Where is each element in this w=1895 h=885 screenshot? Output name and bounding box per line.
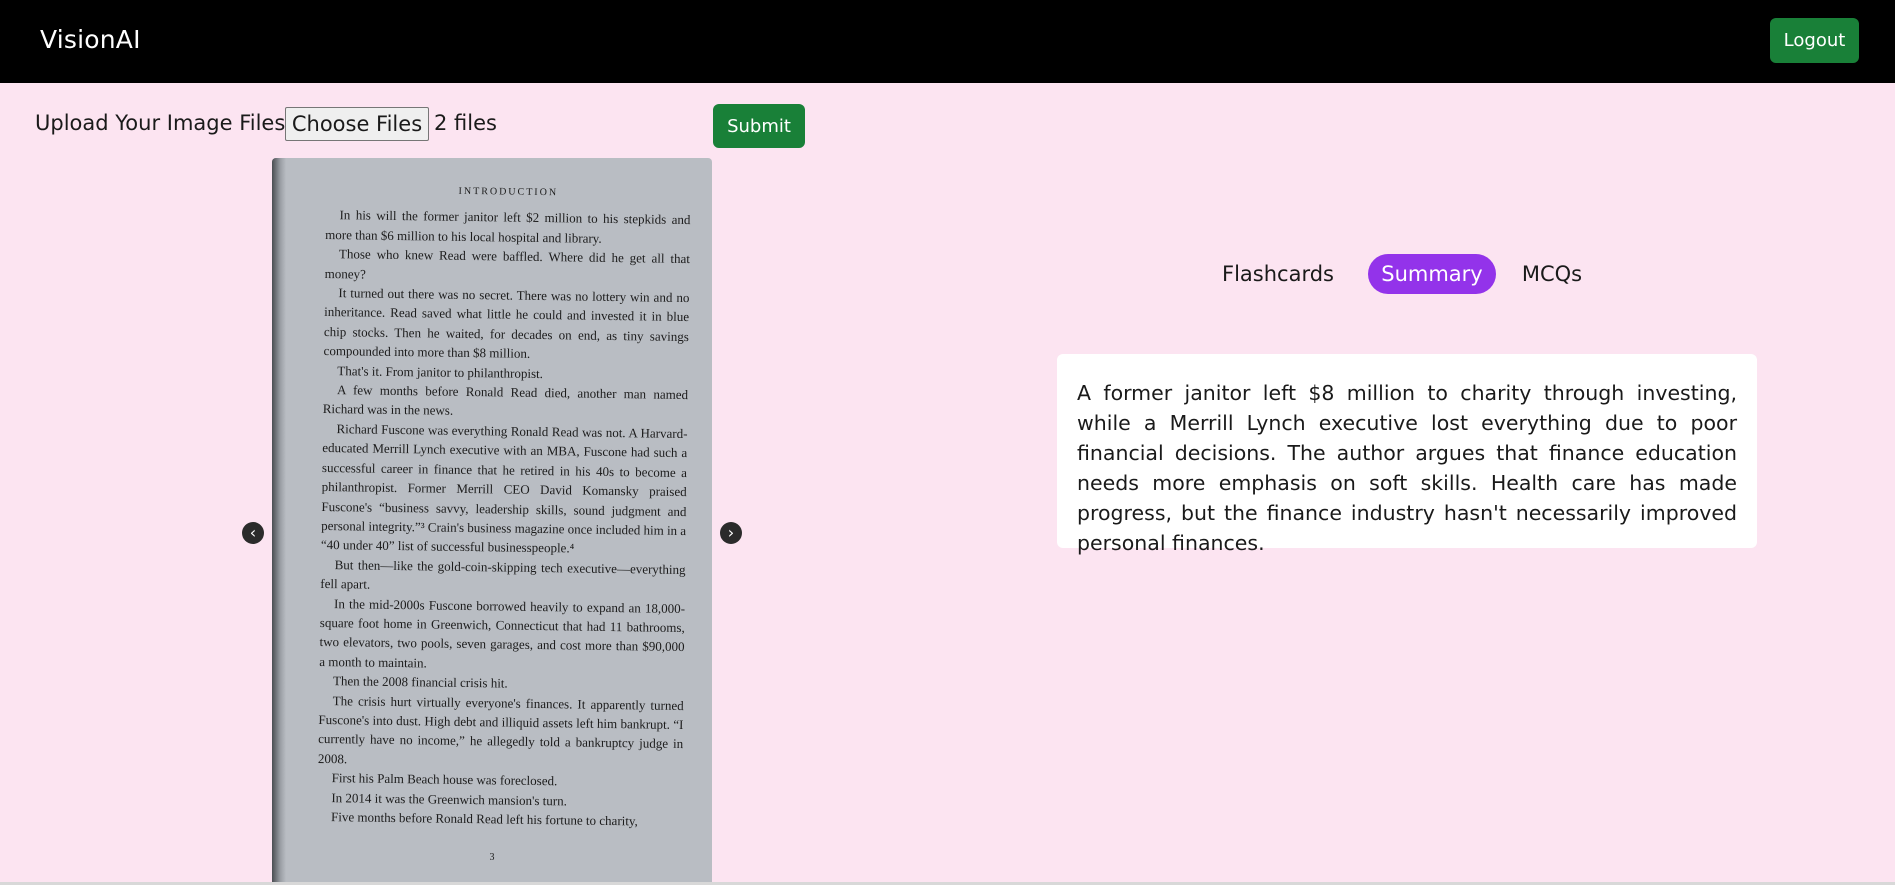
page-paragraph: But then—like the gold-coin-skipping tec… (320, 556, 686, 592)
page-heading: INTRODUCTION (458, 185, 559, 199)
page-paragraph: The crisis hurt virtually everyone's fin… (317, 692, 684, 767)
file-count-text: 2 files (434, 111, 497, 135)
image-carousel: INTRODUCTION In his will the former jani… (272, 158, 712, 885)
page-paragraph: In the mid-2000s Fuscone borrowed heavil… (319, 595, 686, 671)
submit-button[interactable]: Submit (713, 104, 805, 148)
upload-label: Upload Your Image Files (35, 111, 286, 135)
page-paragraph: A few months before Ronald Read died, an… (322, 382, 689, 419)
chevron-right-icon: › (727, 523, 735, 542)
page-paragraph: Those who knew Read were baffled. Where … (324, 246, 691, 282)
page-paragraph: Richard Fuscone was everything Ronald Re… (320, 421, 688, 556)
tab-flashcards[interactable]: Flashcards (1210, 254, 1346, 294)
tab-summary[interactable]: Summary (1368, 254, 1496, 294)
book-page-image: INTRODUCTION In his will the former jani… (317, 180, 691, 831)
logout-button[interactable]: Logout (1770, 18, 1859, 63)
page-paragraph: It turned out there was no secret. There… (323, 285, 690, 362)
page-paragraph: In his will the former janitor left $2 m… (325, 207, 691, 246)
page-number: 3 (489, 852, 495, 863)
carousel-next-button[interactable]: › (720, 522, 742, 544)
summary-text: A former janitor left $8 million to char… (1077, 381, 1737, 555)
choose-files-button[interactable]: Choose Files (285, 107, 429, 141)
navbar: VisionAI Logout (0, 0, 1895, 83)
brand-logo[interactable]: VisionAI (40, 25, 141, 54)
summary-card: A former janitor left $8 million to char… (1057, 354, 1757, 555)
page-paragraph: Five months before Ronald Read left his … (331, 809, 638, 829)
page-shadow (272, 158, 286, 885)
chevron-left-icon: ‹ (249, 523, 257, 542)
tab-mcqs[interactable]: MCQs (1516, 254, 1588, 294)
carousel-prev-button[interactable]: ‹ (242, 522, 264, 544)
